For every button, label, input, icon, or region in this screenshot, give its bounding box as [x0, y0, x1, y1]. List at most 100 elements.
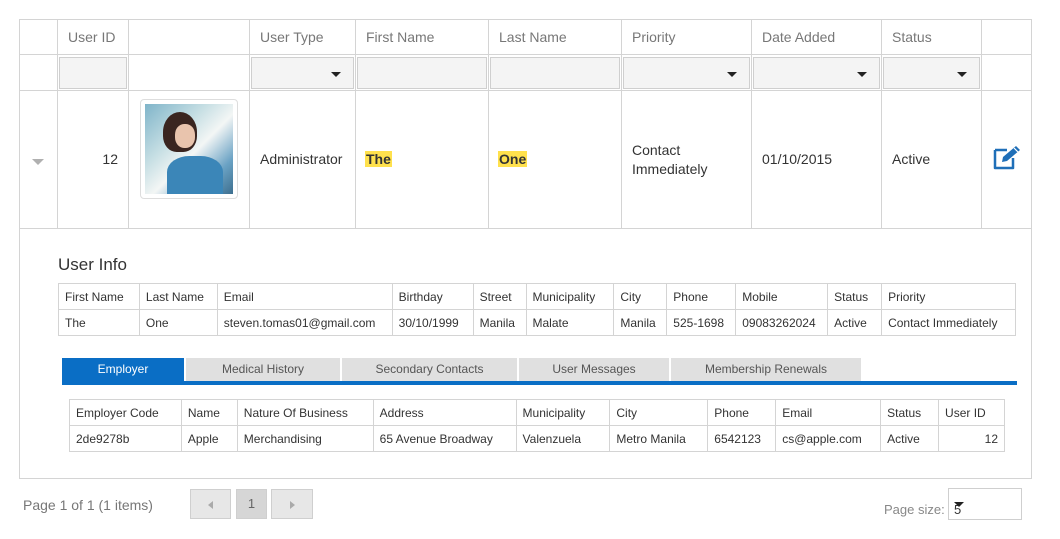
filter-cell-status	[881, 55, 981, 90]
user-info-value-cell-10: Contact Immediately	[881, 309, 1016, 336]
filter-photo-col	[128, 55, 249, 90]
user-info-value-cell-2: steven.tomas01@gmail.com	[216, 309, 393, 336]
header-priority[interactable]: Priority	[621, 20, 751, 54]
header-label: Date Added	[762, 29, 836, 45]
filter-cell-user-id	[57, 55, 128, 90]
user-info-value-cell-1: One	[138, 309, 218, 336]
row-user-type-cell: Administrator	[249, 91, 355, 228]
header-date-added[interactable]: Date Added	[751, 20, 881, 54]
row-last-name-cell: One	[488, 91, 621, 228]
pager-info: Page 1 of 1 (1 items)	[23, 497, 153, 513]
user-info-value-cell-5: Malate	[525, 309, 615, 336]
pager-next-button[interactable]	[271, 489, 313, 519]
user-info-header-cell-6: City	[613, 283, 668, 310]
user-info-header-cell-0: First Name	[58, 283, 140, 310]
row-priority-cell: Contact Immediately	[621, 91, 751, 228]
header-label: First Name	[366, 29, 435, 45]
employer-value-cell-5: Metro Manila	[609, 425, 709, 452]
last-name-value: One	[498, 151, 528, 167]
row-status-cell: Active	[881, 91, 981, 228]
employer-value-cell-2: Merchandising	[236, 425, 374, 452]
filter-priority-dropdown[interactable]	[623, 57, 750, 89]
employer-header-cell-0: Employer Code	[69, 399, 182, 426]
employer-value-cell-3: 65 Avenue Broadway	[372, 425, 517, 452]
user-info-header-cell-2: Email	[216, 283, 393, 310]
pager-prev-button[interactable]	[190, 489, 231, 519]
edit-icon[interactable]	[992, 145, 1022, 171]
employer-header-cell-3: Address	[372, 399, 517, 426]
header-photo	[128, 20, 249, 54]
user-photo	[145, 104, 233, 194]
user-info-header-cell-9: Status	[827, 283, 883, 310]
user-info-header-cell-1: Last Name	[138, 283, 218, 310]
detail-tabstrip: Employer Medical History Secondary Conta…	[62, 358, 1017, 385]
employer-value-cell-4: Valenzuela	[515, 425, 611, 452]
header-last-name[interactable]: Last Name	[488, 20, 621, 54]
status-value: Active	[892, 151, 931, 167]
employer-value-cell-9: 12	[938, 425, 1005, 452]
user-info-header-row: First Name Last Name Email Birthday Street Mu…	[58, 283, 1016, 310]
row-first-name-cell: The	[355, 91, 488, 228]
row-date-added-cell: 01/10/2015	[751, 91, 881, 228]
page-size-dropdown[interactable]: 5	[948, 488, 1022, 520]
employer-value-cell-6: 6542123	[707, 425, 777, 452]
user-info-header-cell-5: Municipality	[525, 283, 615, 310]
user-info-value-cell-7: 525-1698	[666, 309, 737, 336]
employer-data-row: 2de9278b Apple Merchandising 65 Avenue Broa…	[69, 425, 1005, 452]
filter-cell-date-added	[751, 55, 881, 90]
filter-expand-col	[20, 55, 57, 90]
filter-first-name-input[interactable]	[357, 57, 487, 89]
header-label: User ID	[68, 29, 116, 45]
filter-user-type-dropdown[interactable]	[251, 57, 354, 89]
header-label: Last Name	[499, 29, 567, 45]
employer-value-cell-8: Active	[880, 425, 940, 452]
chevron-down-icon	[857, 72, 867, 77]
chevron-down-icon	[957, 72, 967, 77]
user-type-value: Administrator	[260, 151, 343, 167]
employer-header-cell-6: Phone	[707, 399, 777, 426]
user-info-value-cell-0: The	[58, 309, 140, 336]
user-info-table: First Name Last Name Email Birthday Street Mu…	[58, 283, 1016, 336]
priority-value-line2: Immediately	[632, 161, 708, 177]
filter-last-name-input[interactable]	[490, 57, 620, 89]
filter-command-col	[981, 55, 1031, 90]
user-info-title: User Info	[58, 255, 127, 274]
filter-user-id-input[interactable]	[59, 57, 127, 89]
employer-header-cell-2: Nature Of Business	[236, 399, 374, 426]
employer-header-cell-1: Name	[180, 399, 238, 426]
chevron-down-icon	[331, 72, 341, 77]
tab-user-messages[interactable]: User Messages	[519, 358, 669, 381]
user-info-value-cell-6: Manila	[613, 309, 668, 336]
row-expand-cell[interactable]	[20, 91, 57, 228]
pager-page-1[interactable]: 1	[236, 489, 267, 519]
tab-membership-renewals[interactable]: Membership Renewals	[671, 358, 861, 381]
user-info-data-row: The One steven.tomas01@gmail.com 30/10/1999…	[58, 309, 1016, 336]
row-command-cell	[981, 91, 1031, 228]
tab-medical-history[interactable]: Medical History	[186, 358, 340, 381]
employer-header-cell-7: Email	[775, 399, 882, 426]
tab-employer[interactable]: Employer	[62, 358, 184, 381]
chevron-down-icon[interactable]	[32, 159, 44, 165]
filter-date-added-dropdown[interactable]	[753, 57, 880, 89]
employer-value-cell-7: cs@apple.com	[775, 425, 882, 452]
user-info-value-cell-8: 09083262024	[735, 309, 829, 336]
employer-header-cell-8: Status	[880, 399, 940, 426]
first-name-value: The	[365, 151, 392, 167]
avatar	[140, 99, 238, 199]
header-first-name[interactable]: First Name	[355, 20, 488, 54]
employer-value-cell-1: Apple	[180, 425, 238, 452]
employer-value-cell-0: 2de9278b	[69, 425, 182, 452]
tab-secondary-contacts[interactable]: Secondary Contacts	[342, 358, 517, 381]
table-row[interactable]: 12 Administrator The One Contact Immedia…	[20, 91, 1031, 229]
filter-status-dropdown[interactable]	[883, 57, 980, 89]
grid-filter-row	[20, 55, 1031, 91]
header-status[interactable]: Status	[881, 20, 981, 54]
header-user-type[interactable]: User Type	[249, 20, 355, 54]
employer-table: Employer Code Name Nature Of Business Addre…	[69, 399, 1005, 452]
header-label: User Type	[260, 29, 324, 45]
page-size-label: Page size:	[884, 502, 945, 517]
header-user-id[interactable]: User ID	[57, 20, 128, 54]
user-info-value-cell-3: 30/10/1999	[391, 309, 474, 336]
filter-cell-priority	[621, 55, 751, 90]
user-info-header-cell-10: Priority	[881, 283, 1016, 310]
